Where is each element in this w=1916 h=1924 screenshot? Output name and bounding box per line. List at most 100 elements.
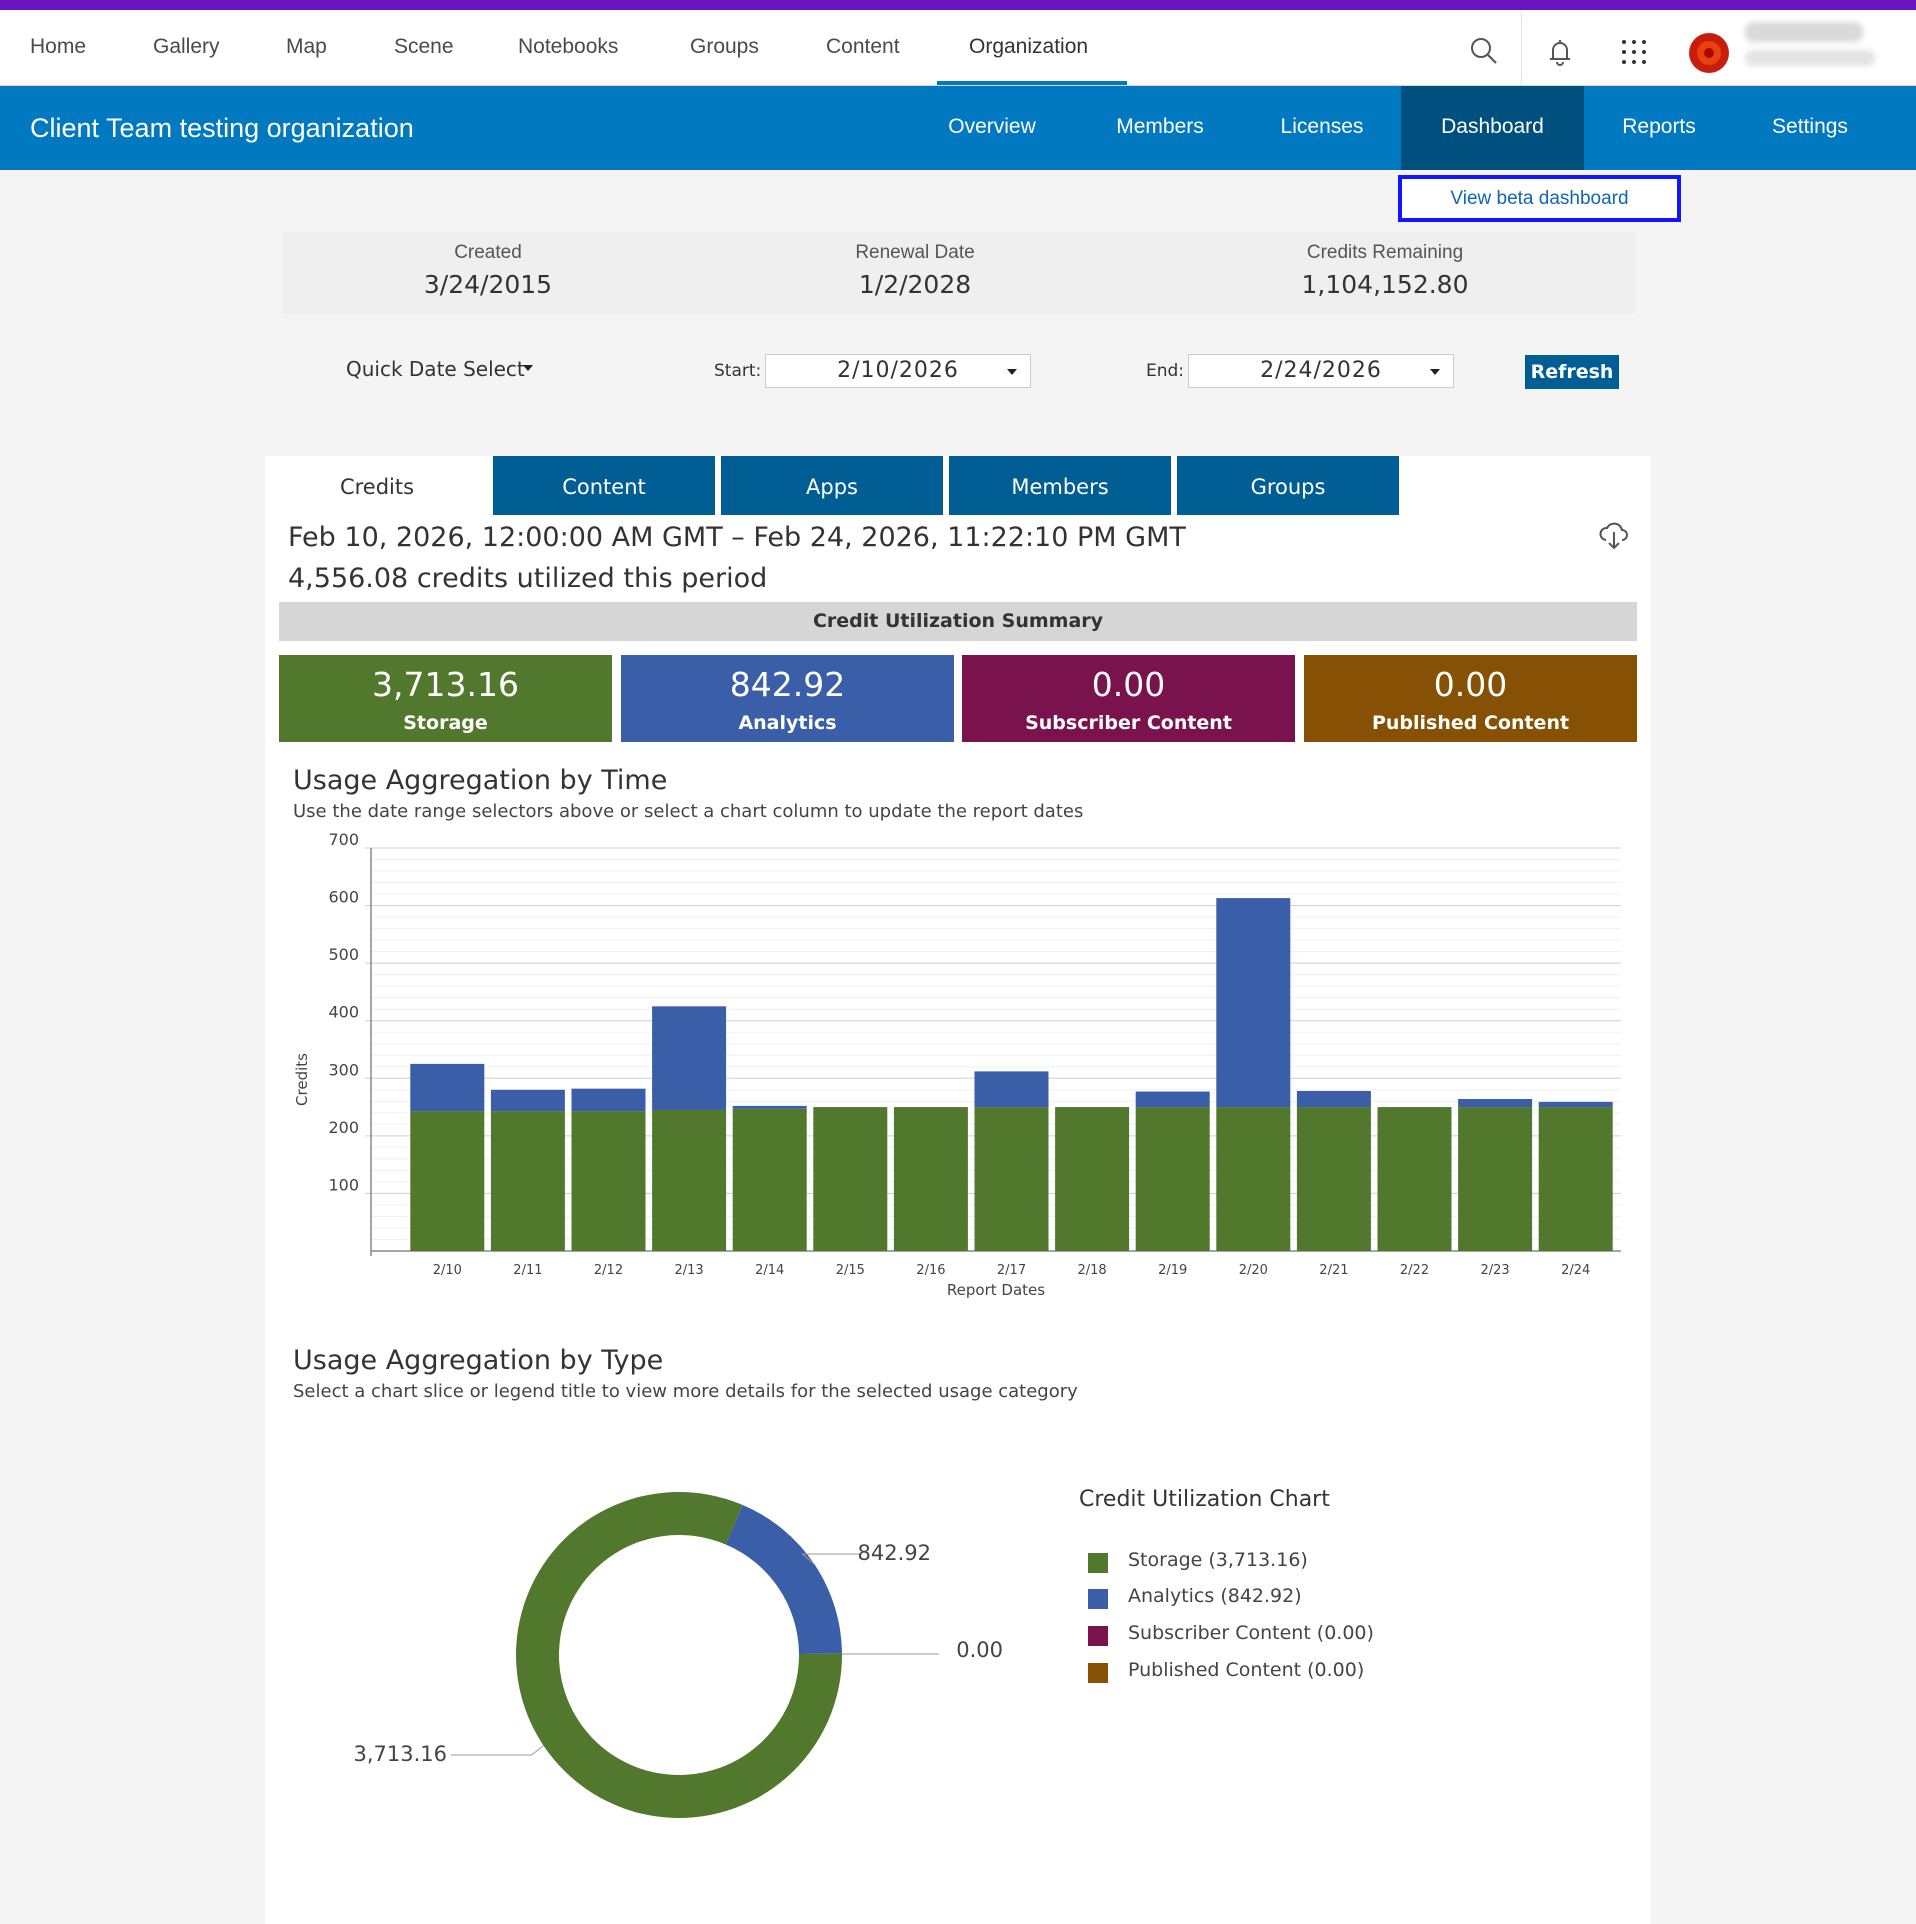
bar-storage-2/12[interactable] (571, 1111, 646, 1251)
credits-remaining-label: Credits Remaining (1306, 242, 1464, 263)
org-tab-reports[interactable]: Reports (1606, 86, 1712, 170)
created-label: Created (454, 242, 522, 263)
created-value: 3/24/2015 (423, 270, 553, 299)
x-tick-label: 2/22 (1400, 1263, 1429, 1278)
top-accent-bar (0, 0, 1916, 10)
bar-storage-2/22[interactable] (1377, 1107, 1452, 1251)
bar-storage-2/15[interactable] (813, 1107, 888, 1251)
bar-analytics-2/20[interactable] (1216, 898, 1291, 1108)
nav-scene[interactable]: Scene (394, 10, 454, 85)
x-tick-label: 2/11 (513, 1263, 542, 1278)
bar-analytics-2/13[interactable] (652, 1006, 727, 1110)
bell-icon[interactable] (1540, 32, 1580, 72)
org-title: Client Team testing organization (30, 113, 414, 143)
tab-content[interactable]: Content (493, 456, 715, 515)
quick-date-label: Quick Date Select (346, 357, 525, 381)
avatar[interactable] (1688, 32, 1729, 73)
nav-groups[interactable]: Groups (690, 10, 759, 85)
bar-storage-2/24[interactable] (1538, 1107, 1613, 1251)
time-section-title: Usage Aggregation by Time (293, 765, 668, 796)
y-tick-label: 300 (328, 1060, 359, 1079)
org-tab-overview[interactable]: Overview (924, 86, 1060, 170)
bar-storage-2/11[interactable] (490, 1111, 565, 1251)
bar-storage-2/14[interactable] (732, 1108, 807, 1251)
summary-analytics[interactable]: 842.92 Analytics (621, 655, 954, 742)
bar-analytics-2/14[interactable] (732, 1105, 807, 1109)
bar-storage-2/18[interactable] (1055, 1107, 1130, 1251)
bar-storage-2/16[interactable] (893, 1107, 968, 1251)
bar-analytics-2/17[interactable] (974, 1071, 1049, 1108)
renewal-value: 1/2/2028 (858, 270, 972, 299)
bar-analytics-2/12[interactable] (571, 1088, 646, 1112)
bar-storage-2/20[interactable] (1216, 1107, 1291, 1251)
bar-storage-2/13[interactable] (652, 1109, 727, 1251)
x-tick-label: 2/10 (433, 1263, 462, 1278)
summary-published-content[interactable]: 0.00 Published Content (1304, 655, 1637, 742)
user-name-redacted[interactable] (1745, 22, 1863, 42)
legend-label: Storage (3,713.16) (1128, 1549, 1308, 1571)
donut-slice-analytics[interactable] (725, 1504, 842, 1654)
x-tick-label: 2/17 (997, 1263, 1026, 1278)
type-section-subtitle: Select a chart slice or legend title to … (293, 1381, 1078, 1402)
bar-analytics-2/11[interactable] (490, 1089, 565, 1112)
summary-subscriber-content[interactable]: 0.00 Subscriber Content (962, 655, 1295, 742)
summary-label: Subscriber Content (1025, 712, 1232, 734)
start-date-picker[interactable]: 2/10/2026 (765, 354, 1031, 388)
bar-analytics-2/19[interactable] (1135, 1091, 1210, 1108)
legend-label: Subscriber Content (0.00) (1128, 1622, 1374, 1644)
nav-notebooks[interactable]: Notebooks (518, 10, 618, 85)
tab-apps[interactable]: Apps (721, 456, 943, 515)
nav-gallery[interactable]: Gallery (153, 10, 220, 85)
x-tick-label: 2/16 (916, 1263, 945, 1278)
nav-home[interactable]: Home (30, 10, 86, 85)
end-date-picker[interactable]: 2/24/2026 (1188, 354, 1454, 388)
y-tick-label: 100 (328, 1175, 359, 1194)
x-tick-label: 2/12 (594, 1263, 623, 1278)
app-launcher-icon[interactable] (1614, 32, 1654, 72)
chevron-down-icon (1430, 369, 1440, 375)
y-tick-label: 400 (328, 1003, 359, 1022)
org-tab-dashboard[interactable]: Dashboard (1401, 86, 1584, 170)
chevron-down-icon (1007, 369, 1017, 375)
x-tick-label: 2/15 (836, 1263, 865, 1278)
tab-members[interactable]: Members (949, 456, 1171, 515)
tab-groups[interactable]: Groups (1177, 456, 1399, 515)
bar-analytics-2/10[interactable] (410, 1063, 485, 1112)
refresh-button[interactable]: Refresh (1525, 355, 1619, 389)
active-nav-indicator (937, 81, 1127, 85)
end-label: End: (1146, 361, 1185, 381)
type-section-title: Usage Aggregation by Type (293, 1345, 664, 1376)
main-navigation: Home Gallery Map Scene Notebooks Groups … (0, 10, 1916, 86)
org-tab-members[interactable]: Members (1100, 86, 1220, 170)
time-section-subtitle: Use the date range selectors above or se… (293, 801, 1084, 822)
x-tick-label: 2/21 (1319, 1263, 1348, 1278)
summary-value: 842.92 (729, 665, 846, 704)
user-id-redacted (1745, 50, 1875, 66)
nav-content[interactable]: Content (826, 10, 900, 85)
bar-analytics-2/24[interactable] (1538, 1101, 1613, 1108)
download-icon[interactable] (1596, 518, 1632, 554)
x-tick-label: 2/19 (1158, 1263, 1187, 1278)
tab-credits[interactable]: Credits (265, 456, 489, 515)
quick-date-select[interactable]: Quick Date Select (346, 357, 533, 381)
org-tab-settings[interactable]: Settings (1758, 86, 1862, 170)
bar-storage-2/10[interactable] (410, 1111, 485, 1251)
usage-by-time-chart[interactable]: 100 200 300 400 500 600 700 2/10 2/11 2/12 2/13 2/1… (279, 830, 1637, 1310)
y-tick-label: 700 (328, 830, 359, 849)
bar-storage-2/17[interactable] (974, 1107, 1049, 1251)
summary-storage[interactable]: 3,713.16 Storage (279, 655, 612, 742)
bar-storage-2/21[interactable] (1296, 1107, 1371, 1251)
nav-map[interactable]: Map (286, 10, 327, 85)
bar-storage-2/19[interactable] (1135, 1107, 1210, 1251)
usage-by-type-chart[interactable]: 842.92 3,713.16 0.00 (279, 1430, 1059, 1850)
bar-analytics-2/21[interactable] (1296, 1090, 1371, 1108)
bar-analytics-2/23[interactable] (1458, 1099, 1533, 1108)
view-beta-dashboard-link[interactable]: View beta dashboard (1398, 175, 1681, 222)
org-tab-licenses[interactable]: Licenses (1262, 86, 1382, 170)
legend-title: Credit Utilization Chart (1079, 1487, 1330, 1512)
bar-storage-2/23[interactable] (1458, 1107, 1533, 1251)
nav-organization[interactable]: Organization (969, 10, 1088, 85)
search-icon[interactable] (1464, 32, 1504, 72)
summary-value: 3,713.16 (372, 665, 519, 704)
x-tick-label: 2/13 (674, 1263, 703, 1278)
